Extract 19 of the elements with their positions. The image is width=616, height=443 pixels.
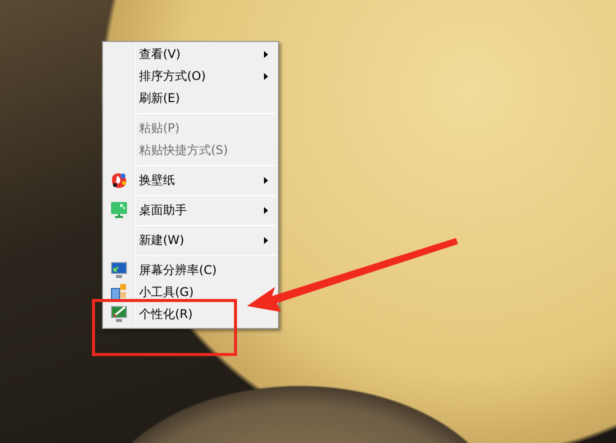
menu-item[interactable]: 刷新(E) [105, 87, 276, 109]
submenu-arrow-icon [264, 237, 268, 244]
wallpaper-icon [110, 171, 128, 189]
menu-item[interactable]: 查看(V) [105, 43, 276, 65]
gadgets-icon [110, 283, 128, 301]
monitor-icon [110, 201, 128, 219]
menu-item[interactable]: 屏幕分辨率(C) [105, 259, 276, 281]
display-icon [110, 261, 128, 279]
menu-item[interactable]: 桌面助手 [105, 199, 276, 221]
menu-item[interactable]: 个性化(R) [105, 303, 276, 325]
submenu-arrow-icon [264, 177, 268, 184]
submenu-arrow-icon [264, 207, 268, 214]
menu-item[interactable]: 排序方式(O) [105, 65, 276, 87]
menu-item[interactable]: 换壁纸 [105, 169, 276, 191]
submenu-arrow-icon [264, 51, 268, 58]
personalize-icon [110, 305, 128, 323]
submenu-arrow-icon [264, 73, 268, 80]
menu-item[interactable]: 新建(W) [105, 229, 276, 251]
menu-item[interactable]: 小工具(G) [105, 281, 276, 303]
